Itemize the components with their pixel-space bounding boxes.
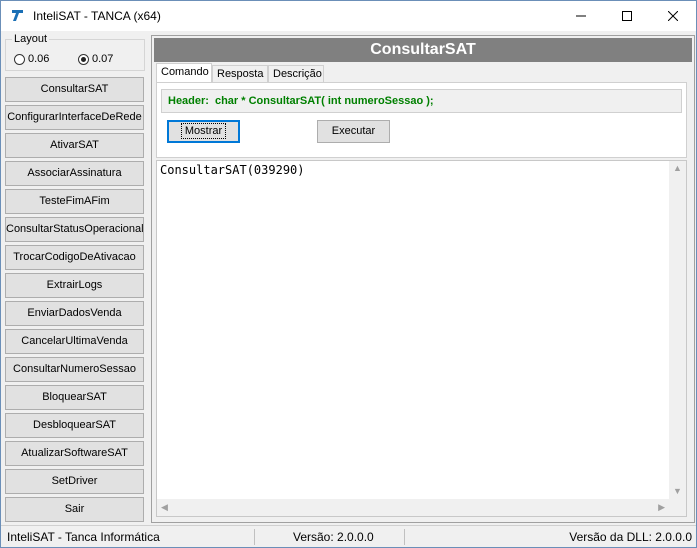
status-divider [404,529,405,545]
sair-button[interactable]: Sair [5,497,144,522]
extrairlogs-button[interactable]: ExtrairLogs [5,273,144,298]
layout-radio-label: 0.06 [28,53,50,65]
main-panel: ConsultarSAT Comando Resposta Descrição … [151,35,695,523]
title-bar[interactable]: InteliSAT - TANCA (x64) [1,1,696,31]
minimize-icon [576,15,586,17]
maximize-button[interactable] [604,1,650,31]
tab-comando[interactable]: Comando [156,63,212,83]
atualizarsoftwaresat-button[interactable]: AtualizarSoftwareSAT [5,441,144,466]
window-title: InteliSAT - TANCA (x64) [33,9,161,23]
layout-group: Layout 0.06 0.07 [5,33,145,71]
close-button[interactable] [650,1,696,31]
app-logo-icon [10,7,26,23]
command-tab-panel: Header: char * ConsultarSAT( int numeroSe… [156,82,687,158]
layout-radio-006[interactable]: 0.06 [14,53,49,65]
scroll-up-icon[interactable]: ▲ [673,164,682,173]
associarassinatura-button[interactable]: AssociarAssinatura [5,161,144,186]
maximize-icon [622,11,632,21]
scroll-left-icon[interactable]: ◀ [161,503,168,512]
bloquearsat-button[interactable]: BloquearSAT [5,385,144,410]
consultarnumerosessao-button[interactable]: ConsultarNumeroSessao [5,357,144,382]
vertical-scrollbar[interactable]: ▲ ▼ [669,161,686,499]
header-signature: char * ConsultarSAT( int numeroSessao ); [214,95,434,107]
cancelarultimavenda-button[interactable]: CancelarUltimaVenda [5,329,144,354]
status-version: Versão: 2.0.0.0 [293,530,374,544]
mostrar-button[interactable]: Mostrar [167,120,240,143]
app-window: InteliSAT - TANCA (x64) Layout 0.06 0.07… [0,0,697,548]
setdriver-button[interactable]: SetDriver [5,469,144,494]
ativarsat-button[interactable]: AtivarSAT [5,133,144,158]
scrollbar-corner [669,499,686,516]
status-bar: InteliSAT - Tanca Informática Versão: 2.… [1,525,696,547]
desbloquearsat-button[interactable]: DesbloquearSAT [5,413,144,438]
close-icon [668,11,678,21]
mostrar-button-label: Mostrar [180,123,227,139]
testefimafim-button[interactable]: TesteFimAFim [5,189,144,214]
consultarstatusoperacional-button[interactable]: ConsultarStatusOperacional [5,217,144,242]
radio-unchecked-icon [14,53,25,65]
page-title: ConsultarSAT [154,38,692,62]
layout-radio-label: 0.07 [92,53,114,65]
radio-checked-icon [78,53,89,65]
header-label: Header: [168,95,209,107]
sidebar: Layout 0.06 0.07 ConsultarSAT Configurar… [1,31,149,524]
scroll-down-icon[interactable]: ▼ [673,487,682,496]
scroll-right-icon[interactable]: ▶ [658,503,665,512]
status-divider [254,529,255,545]
enviardadosvenda-button[interactable]: EnviarDadosVenda [5,301,144,326]
consultarsat-button[interactable]: ConsultarSAT [5,77,144,102]
minimize-button[interactable] [558,1,604,31]
output-text: ConsultarSAT(039290) [160,163,305,177]
layout-radio-007[interactable]: 0.07 [78,53,113,65]
horizontal-scrollbar[interactable]: ◀ ▶ [157,499,669,516]
executar-button[interactable]: Executar [317,120,390,143]
tab-resposta[interactable]: Resposta [212,65,268,83]
status-company: InteliSAT - Tanca Informática [7,530,160,544]
output-textarea[interactable]: ConsultarSAT(039290) ▲ ▼ ◀ ▶ [156,160,687,517]
trocarcodigodeativacao-button[interactable]: TrocarCodigoDeAtivacao [5,245,144,270]
status-dll-version: Versão da DLL: 2.0.0.0 [569,530,692,544]
layout-legend: Layout [12,33,50,45]
tab-descricao[interactable]: Descrição [268,65,324,83]
configurarinterfacederede-button[interactable]: ConfigurarInterfaceDeRede [5,105,144,130]
header-signature-line: Header: char * ConsultarSAT( int numeroSe… [161,89,682,113]
